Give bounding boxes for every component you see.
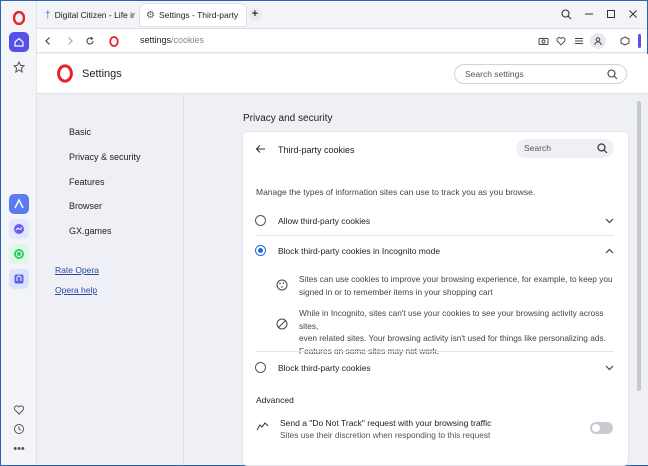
settings-header: Settings Search settings bbox=[37, 54, 648, 94]
aria-icon[interactable] bbox=[9, 194, 29, 214]
gear-icon: ⚙ bbox=[146, 9, 155, 21]
nav-gx-games[interactable]: GX.games bbox=[69, 226, 112, 236]
minimize-icon[interactable] bbox=[581, 6, 597, 22]
sidebar-toggle-indicator[interactable] bbox=[638, 34, 641, 48]
divider bbox=[256, 235, 614, 236]
allow-cookies-radio[interactable] bbox=[255, 215, 266, 226]
tab-strip: † Digital Citizen - Life in a d ⚙ Settin… bbox=[37, 1, 647, 28]
opera-sidebar: ••• bbox=[1, 1, 37, 465]
nav-features[interactable]: Features bbox=[69, 177, 105, 187]
extensions-icon[interactable] bbox=[617, 33, 633, 49]
divider bbox=[256, 351, 614, 352]
search-icon bbox=[607, 69, 618, 80]
opera-url-icon bbox=[106, 33, 122, 49]
chevron-down-icon[interactable] bbox=[603, 362, 615, 374]
nav-privacy-security[interactable]: Privacy & security bbox=[69, 152, 141, 162]
block-all-radio[interactable] bbox=[255, 362, 266, 373]
scrollbar[interactable] bbox=[637, 101, 641, 391]
allow-cookies-label[interactable]: Allow third-party cookies bbox=[278, 216, 370, 226]
easy-setup-icon[interactable] bbox=[571, 33, 587, 49]
advanced-title: Advanced bbox=[256, 395, 294, 405]
settings-content: Privacy and security Third-party cookies… bbox=[185, 94, 648, 465]
back-icon[interactable] bbox=[40, 33, 56, 49]
search-settings-input[interactable]: Search settings bbox=[454, 64, 627, 84]
pinboard-icon[interactable] bbox=[9, 57, 29, 77]
cookies-search-input[interactable]: Search bbox=[516, 139, 614, 158]
do-not-track-icon bbox=[256, 421, 269, 434]
history-icon[interactable] bbox=[9, 419, 29, 439]
digital-citizen-icon: † bbox=[45, 9, 51, 21]
address-bar: settings/cookies bbox=[37, 28, 647, 53]
more-icon[interactable]: ••• bbox=[9, 439, 29, 459]
chevron-up-icon[interactable] bbox=[603, 245, 615, 257]
settings-page: Settings Search settings Basic Privacy &… bbox=[37, 54, 648, 465]
chevron-down-icon[interactable] bbox=[603, 215, 615, 227]
search-placeholder: Search bbox=[524, 143, 551, 153]
block-incognito-label[interactable]: Block third-party cookies in Incognito m… bbox=[278, 246, 440, 256]
block-incognito-radio[interactable] bbox=[255, 245, 266, 256]
maximize-icon[interactable] bbox=[603, 6, 619, 22]
opera-help-link[interactable]: Opera help bbox=[55, 285, 97, 295]
home-icon[interactable] bbox=[9, 32, 29, 52]
do-not-track-label: Send a "Do Not Track" request with your … bbox=[280, 418, 492, 428]
tab-digital-citizen[interactable]: † Digital Citizen - Life in a d bbox=[39, 4, 141, 26]
detail-line: signed in or to remember items in your s… bbox=[299, 286, 493, 297]
do-not-track-sub: Sites use their discretion when respondi… bbox=[280, 430, 491, 440]
tab-label: Digital Citizen - Life in a d bbox=[54, 10, 135, 20]
block-all-label[interactable]: Block third-party cookies bbox=[278, 363, 371, 373]
search-tabs-icon[interactable] bbox=[558, 6, 574, 22]
messenger-icon[interactable] bbox=[9, 219, 29, 239]
detail-line: even related sites. Your browsing activi… bbox=[299, 333, 606, 343]
do-not-track-toggle[interactable] bbox=[590, 422, 613, 434]
nav-basic[interactable]: Basic bbox=[69, 127, 91, 137]
nav-browser[interactable]: Browser bbox=[69, 201, 102, 211]
new-tab-icon[interactable]: + bbox=[247, 6, 263, 22]
music-player-icon[interactable] bbox=[9, 269, 29, 289]
incognito-detail-text: While in Incognito, sites can't use your… bbox=[299, 307, 614, 357]
heart-icon[interactable] bbox=[9, 400, 29, 420]
cookies-card: Third-party cookies Search Manage the ty… bbox=[243, 132, 628, 465]
detail-line: While in Incognito, sites can't use your… bbox=[299, 308, 604, 331]
heart-bookmark-icon[interactable] bbox=[553, 33, 569, 49]
profile-icon[interactable] bbox=[590, 33, 606, 49]
url-path: /cookies bbox=[171, 35, 205, 45]
search-icon bbox=[597, 143, 608, 154]
forward-icon[interactable] bbox=[62, 33, 78, 49]
page-title: Settings bbox=[82, 68, 122, 80]
settings-nav: Basic Privacy & security Features Browse… bbox=[37, 94, 184, 465]
back-arrow-icon[interactable] bbox=[255, 144, 266, 156]
rate-opera-link[interactable]: Rate Opera bbox=[55, 265, 99, 275]
browser-window: ••• † Digital Citizen - Life in a d ⚙ Se… bbox=[0, 0, 648, 466]
card-title: Third-party cookies bbox=[278, 145, 355, 155]
cookie-detail-text: Sites can use cookies to improve your br… bbox=[299, 273, 614, 298]
camera-icon[interactable] bbox=[535, 33, 551, 49]
search-settings-placeholder: Search settings bbox=[465, 69, 524, 79]
url-field[interactable]: settings/cookies bbox=[140, 35, 204, 45]
whatsapp-icon[interactable] bbox=[9, 244, 29, 264]
reload-icon[interactable] bbox=[82, 33, 98, 49]
opera-logo-icon[interactable] bbox=[9, 8, 29, 28]
detail-line: Sites can use cookies to improve your br… bbox=[299, 274, 613, 284]
tab-label: Settings - Third-party coo bbox=[158, 10, 240, 20]
block-icon bbox=[276, 318, 288, 330]
url-host: settings bbox=[140, 35, 172, 45]
tab-settings[interactable]: ⚙ Settings - Third-party coo bbox=[140, 4, 246, 26]
cookie-icon bbox=[276, 279, 288, 291]
description: Manage the types of information sites ca… bbox=[256, 187, 536, 197]
section-title: Privacy and security bbox=[243, 113, 333, 124]
opera-settings-logo-icon bbox=[57, 64, 73, 85]
close-icon[interactable] bbox=[625, 6, 641, 22]
